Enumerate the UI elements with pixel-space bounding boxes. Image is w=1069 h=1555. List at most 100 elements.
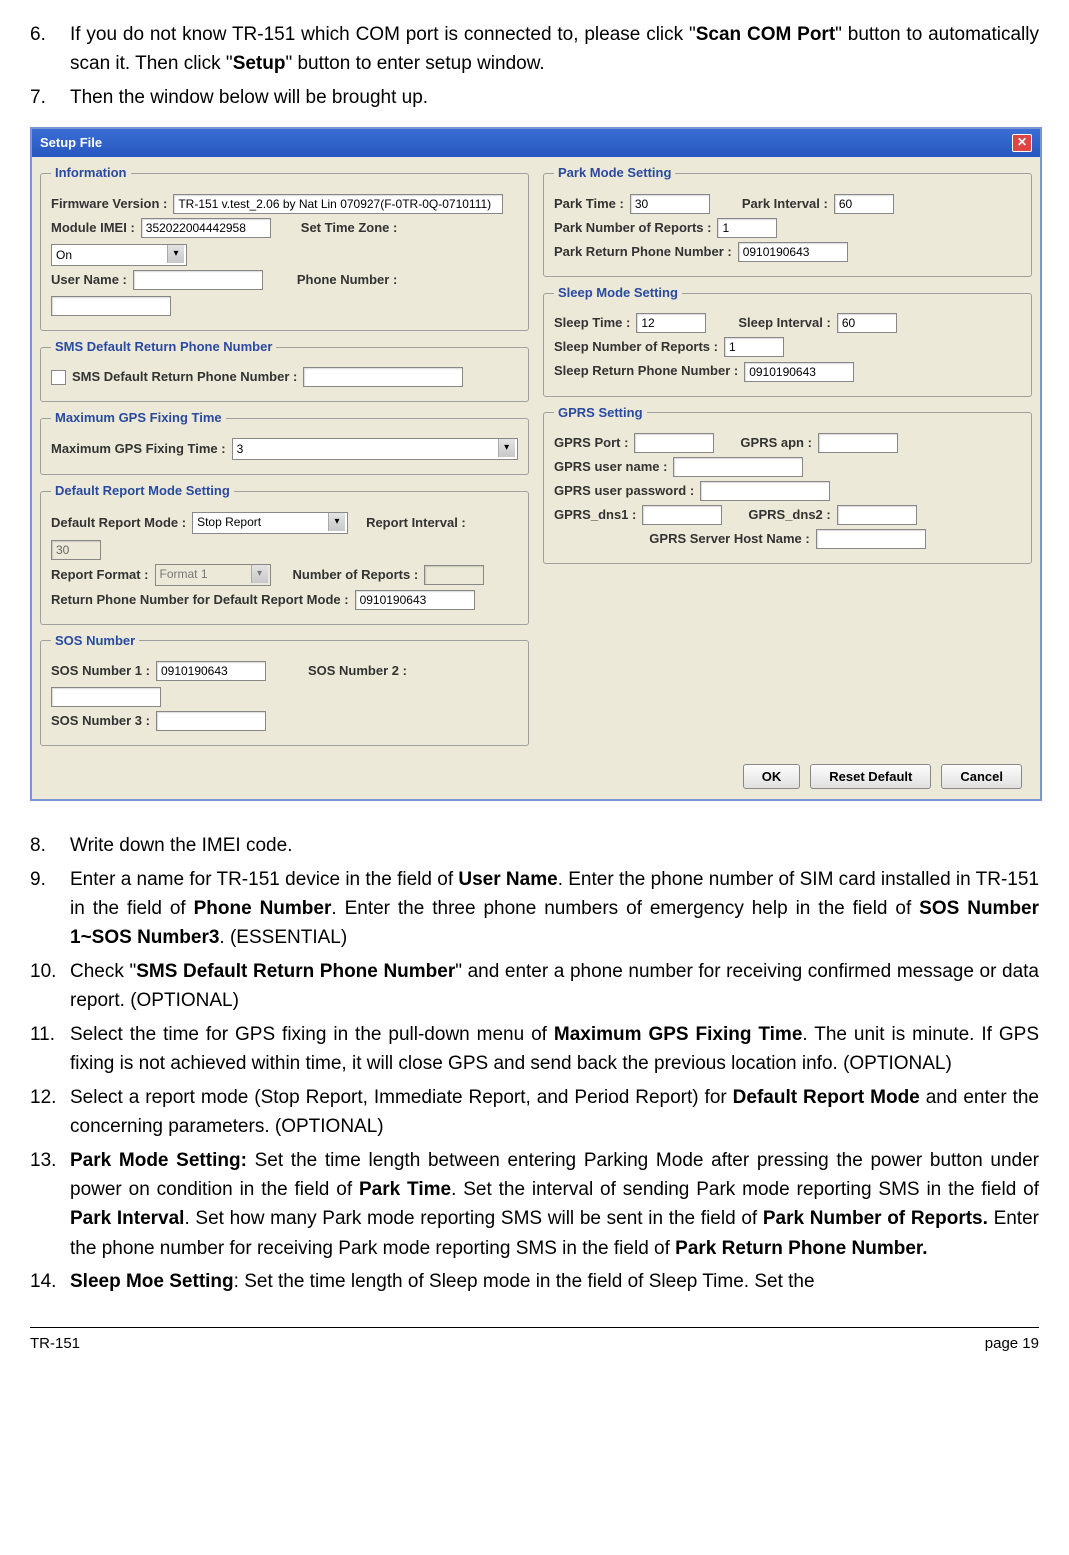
username-label: User Name : [51, 270, 127, 290]
gprs-port-input[interactable] [634, 433, 714, 453]
information-group: Information Firmware Version : TR-151 v.… [40, 163, 529, 331]
park-interval-label: Park Interval : [742, 194, 828, 214]
gprs-port-label: GPRS Port : [554, 433, 628, 453]
sms-input[interactable] [303, 367, 463, 387]
phone-label: Phone Number : [297, 270, 397, 290]
report-group: Default Report Mode Setting Default Repo… [40, 481, 529, 624]
ok-button[interactable]: OK [743, 764, 801, 789]
sleep-return-input[interactable]: 0910190643 [744, 362, 854, 382]
phone-input[interactable] [51, 296, 171, 316]
step-text: Park Mode Setting: Set the time length b… [70, 1146, 1039, 1264]
step-num: 10. [30, 957, 70, 1016]
report-mode-select[interactable]: Stop Report [192, 512, 348, 534]
firmware-label: Firmware Version : [51, 194, 167, 214]
firmware-input[interactable]: TR-151 v.test_2.06 by Nat Lin 070927(F-0… [173, 194, 503, 214]
window-title: Setup File [40, 133, 102, 153]
sos1-input[interactable]: 0910190643 [156, 661, 266, 681]
report-format-select[interactable]: Format 1 [155, 564, 271, 586]
page-footer: TR-151 page 19 [30, 1327, 1039, 1355]
park-return-label: Park Return Phone Number : [554, 242, 732, 262]
sleep-num-label: Sleep Number of Reports : [554, 337, 718, 357]
gprs-apn-input[interactable] [818, 433, 898, 453]
step-num: 9. [30, 865, 70, 953]
gps-group: Maximum GPS Fixing Time Maximum GPS Fixi… [40, 408, 529, 475]
step-text: Sleep Moe Setting: Set the time length o… [70, 1267, 1039, 1296]
legend: Park Mode Setting [554, 163, 675, 183]
imei-input[interactable]: 352022004442958 [141, 218, 271, 238]
sos3-input[interactable] [156, 711, 266, 731]
report-interval-label: Report Interval : [366, 513, 466, 533]
park-num-input[interactable]: 1 [717, 218, 777, 238]
step-text: Check "SMS Default Return Phone Number" … [70, 957, 1039, 1016]
imei-label: Module IMEI : [51, 218, 135, 238]
reset-button[interactable]: Reset Default [810, 764, 931, 789]
sleep-num-input[interactable]: 1 [724, 337, 784, 357]
step-text: Select a report mode (Stop Report, Immed… [70, 1083, 1039, 1142]
report-format-label: Report Format : [51, 565, 149, 585]
step-num: 13. [30, 1146, 70, 1264]
footer-right: page 19 [985, 1332, 1039, 1355]
cancel-button[interactable]: Cancel [941, 764, 1022, 789]
sms-checkbox[interactable] [51, 370, 66, 385]
gprs-user-label: GPRS user name : [554, 457, 667, 477]
gprs-apn-label: GPRS apn : [740, 433, 812, 453]
legend: Default Report Mode Setting [51, 481, 234, 501]
sos3-label: SOS Number 3 : [51, 711, 150, 731]
gprs-pw-label: GPRS user password : [554, 481, 694, 501]
step-text: If you do not know TR-151 which COM port… [70, 20, 1039, 79]
sms-group: SMS Default Return Phone Number SMS Defa… [40, 337, 529, 402]
step-text: Enter a name for TR-151 device in the fi… [70, 865, 1039, 953]
timezone-select[interactable]: On [51, 244, 187, 266]
sos1-label: SOS Number 1 : [51, 661, 150, 681]
report-interval-input[interactable]: 30 [51, 540, 101, 560]
step-text: Select the time for GPS fixing in the pu… [70, 1020, 1039, 1079]
report-num-label: Number of Reports : [293, 565, 419, 585]
titlebar: Setup File ✕ [32, 129, 1040, 157]
gprs-pw-input[interactable] [700, 481, 830, 501]
username-input[interactable] [133, 270, 263, 290]
sleep-return-label: Sleep Return Phone Number : [554, 361, 738, 381]
gprs-user-input[interactable] [673, 457, 803, 477]
park-return-input[interactable]: 0910190643 [738, 242, 848, 262]
gprs-dns1-input[interactable] [642, 505, 722, 525]
report-num-input[interactable] [424, 565, 484, 585]
step-num: 12. [30, 1083, 70, 1142]
step-num: 11. [30, 1020, 70, 1079]
setup-dialog: Setup File ✕ Information Firmware Versio… [30, 127, 1042, 801]
gprs-host-input[interactable] [816, 529, 926, 549]
step-text: Write down the IMEI code. [70, 831, 1039, 860]
gprs-dns1-label: GPRS_dns1 : [554, 505, 636, 525]
sms-label: SMS Default Return Phone Number : [72, 367, 297, 387]
report-return-input[interactable]: 0910190643 [355, 590, 475, 610]
step-num: 7. [30, 83, 70, 112]
report-mode-label: Default Report Mode : [51, 513, 186, 533]
legend: Maximum GPS Fixing Time [51, 408, 226, 428]
legend: SMS Default Return Phone Number [51, 337, 276, 357]
legend: SOS Number [51, 631, 139, 651]
park-time-input[interactable]: 30 [630, 194, 710, 214]
gprs-dns2-input[interactable] [837, 505, 917, 525]
sos2-label: SOS Number 2 : [308, 661, 407, 681]
park-interval-input[interactable]: 60 [834, 194, 894, 214]
gps-select[interactable]: 3 [232, 438, 518, 460]
report-return-label: Return Phone Number for Default Report M… [51, 590, 349, 610]
sleep-group: Sleep Mode Setting Sleep Time : 12 Sleep… [543, 283, 1032, 397]
sleep-time-input[interactable]: 12 [636, 313, 706, 333]
step-text: Then the window below will be brought up… [70, 83, 1039, 112]
gps-label: Maximum GPS Fixing Time : [51, 439, 226, 459]
park-num-label: Park Number of Reports : [554, 218, 711, 238]
sleep-interval-label: Sleep Interval : [738, 313, 830, 333]
gprs-dns2-label: GPRS_dns2 : [748, 505, 830, 525]
step-num: 6. [30, 20, 70, 79]
legend: Sleep Mode Setting [554, 283, 682, 303]
step-num: 14. [30, 1267, 70, 1296]
close-icon[interactable]: ✕ [1012, 134, 1032, 152]
footer-left: TR-151 [30, 1332, 80, 1355]
legend: GPRS Setting [554, 403, 647, 423]
legend: Information [51, 163, 131, 183]
gprs-host-label: GPRS Server Host Name : [649, 529, 809, 549]
sos2-input[interactable] [51, 687, 161, 707]
sleep-interval-input[interactable]: 60 [837, 313, 897, 333]
timezone-label: Set Time Zone : [301, 218, 398, 238]
park-time-label: Park Time : [554, 194, 624, 214]
